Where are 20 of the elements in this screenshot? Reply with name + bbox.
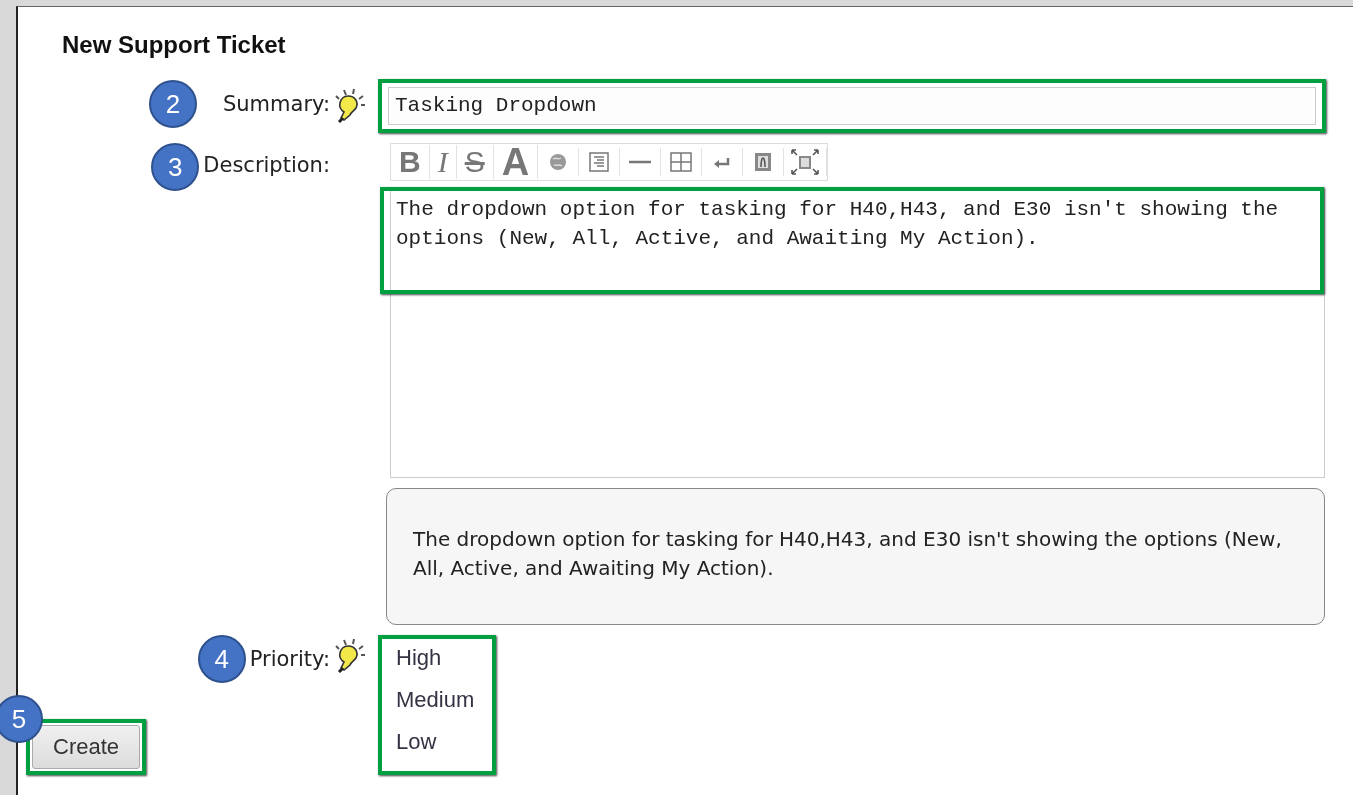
- step-badge: 5: [0, 695, 43, 743]
- italic-button[interactable]: I: [429, 145, 457, 179]
- preview-panel: The dropdown option for tasking for H40,H43, and E30 isn't showing the options (New, All, Active, and Awaiting My Action).: [386, 488, 1325, 625]
- field-label: Summary:: [222, 92, 330, 116]
- list-option[interactable]: Medium: [392, 687, 492, 729]
- list-option[interactable]: High: [392, 645, 492, 687]
- font-button[interactable]: A: [493, 145, 539, 179]
- step-badge: 3: [151, 143, 200, 191]
- form-title: New Support Ticket: [61, 30, 287, 60]
- priority-list[interactable]: High Medium Low: [378, 635, 496, 775]
- field-label: Priority:: [249, 647, 330, 671]
- field-label: Description:: [203, 153, 330, 177]
- list-option[interactable]: Low: [392, 729, 492, 771]
- step-badge: 2: [148, 80, 197, 128]
- step-badge: 4: [197, 635, 246, 683]
- summary-field[interactable]: Tasking Dropdown: [388, 87, 1316, 125]
- strikethrough-button[interactable]: S: [456, 145, 494, 179]
- bold-button[interactable]: B: [391, 145, 430, 179]
- description-text: The dropdown option for tasking for H40,H43, and E30 isn't showing the options (New, All, Active, and Awaiting My Action).: [380, 187, 1324, 294]
- create-button[interactable]: Create: [32, 725, 141, 769]
